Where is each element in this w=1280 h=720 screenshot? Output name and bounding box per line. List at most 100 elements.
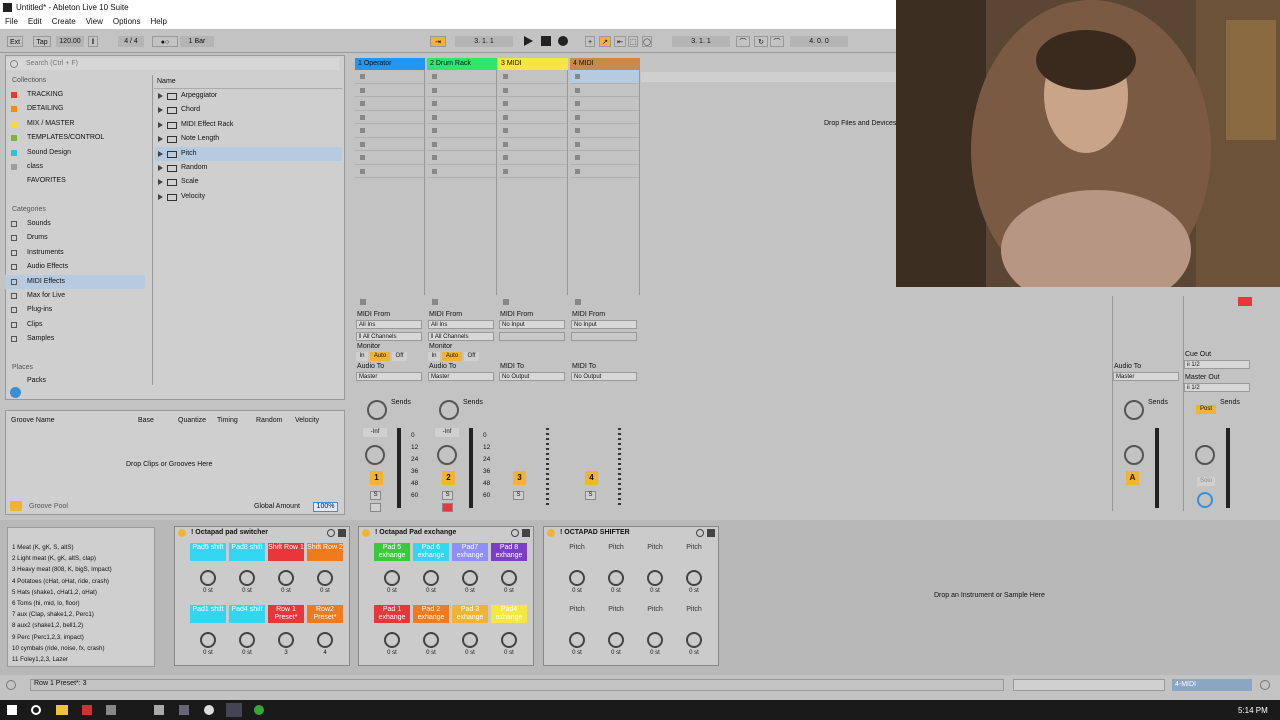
clip-slot[interactable] bbox=[427, 70, 496, 84]
category-item[interactable]: Samples bbox=[5, 332, 145, 346]
clip-slot[interactable] bbox=[498, 151, 567, 165]
clip-slot[interactable] bbox=[355, 151, 424, 165]
punch-in-icon[interactable]: ⌒ bbox=[736, 36, 750, 47]
macro-knob[interactable] bbox=[462, 632, 478, 648]
expand-arrow-icon[interactable] bbox=[158, 164, 163, 171]
loop-length-field[interactable]: 4. 0. 0 bbox=[790, 36, 848, 47]
chrome-icon[interactable] bbox=[254, 705, 264, 715]
clip-slot[interactable] bbox=[498, 165, 567, 178]
monitor-in-button[interactable]: In bbox=[428, 352, 440, 361]
expand-arrow-icon[interactable] bbox=[158, 136, 163, 143]
cue-volume-knob[interactable] bbox=[1197, 492, 1213, 508]
record-icon[interactable] bbox=[558, 36, 568, 46]
chain-list-item[interactable]: 11 Foley1,2,3, Lazer bbox=[12, 654, 112, 665]
clip-slot[interactable] bbox=[355, 124, 424, 138]
macro-knob[interactable] bbox=[608, 632, 624, 648]
send-knob[interactable] bbox=[367, 400, 387, 420]
clip-stop-icon[interactable] bbox=[575, 299, 581, 305]
chain-list-item[interactable]: 7 aux (Clap, shake1,2, Perc1) bbox=[12, 609, 112, 620]
macro-knob[interactable] bbox=[686, 632, 702, 648]
category-item[interactable]: Clips bbox=[5, 318, 145, 332]
file-explorer-icon[interactable] bbox=[56, 705, 68, 715]
macro-knob[interactable] bbox=[608, 570, 624, 586]
master-volume-knob[interactable] bbox=[1195, 445, 1215, 465]
clip-stop-icon[interactable] bbox=[360, 299, 366, 305]
macro-knob[interactable] bbox=[317, 632, 333, 648]
app-icon-3[interactable] bbox=[154, 705, 164, 715]
clip-stop-icon[interactable] bbox=[432, 299, 438, 305]
clip-slot[interactable] bbox=[570, 124, 639, 138]
automation-arm-icon[interactable]: ↗ bbox=[599, 36, 611, 47]
category-item[interactable]: Max for Live bbox=[5, 289, 145, 303]
chain-list-item[interactable]: 5 Hats (shake1, cHat1,2, oHat) bbox=[12, 587, 112, 598]
collection-item[interactable]: DETAILING bbox=[5, 102, 145, 116]
macro-knob[interactable] bbox=[384, 570, 400, 586]
chain-list-item[interactable]: 10 cymbals (ride, noise, fx, crash) bbox=[12, 643, 112, 654]
info-toggle-icon[interactable] bbox=[6, 680, 16, 690]
macro-knob[interactable] bbox=[569, 570, 585, 586]
groove-col-quantize[interactable]: Quantize bbox=[178, 417, 206, 424]
macro-knob[interactable] bbox=[423, 632, 439, 648]
volume-field[interactable]: -Inf bbox=[435, 428, 459, 437]
quantize-menu[interactable]: 1 Bar bbox=[180, 36, 214, 47]
macro-knob[interactable] bbox=[200, 570, 216, 586]
collection-item[interactable]: FAVORITES bbox=[5, 174, 145, 188]
master-out-select[interactable]: ii 1/2 bbox=[1184, 383, 1250, 392]
clip-slot[interactable] bbox=[355, 84, 424, 97]
midi-from-select[interactable]: No Input bbox=[499, 320, 565, 329]
volume-knob[interactable] bbox=[437, 445, 457, 465]
clip-slot[interactable] bbox=[355, 165, 424, 178]
macro-knob[interactable] bbox=[384, 632, 400, 648]
macro-knob[interactable] bbox=[647, 570, 663, 586]
rack-power-icon[interactable] bbox=[178, 529, 186, 537]
name-column-header[interactable]: Name bbox=[157, 78, 176, 85]
clip-slot[interactable] bbox=[498, 111, 567, 124]
follow-button[interactable]: ⇥ bbox=[430, 36, 446, 47]
windows-start-icon[interactable] bbox=[7, 705, 17, 715]
macro-knob[interactable] bbox=[569, 632, 585, 648]
collection-item[interactable]: class bbox=[5, 160, 145, 174]
clip-stop-icon[interactable] bbox=[503, 299, 509, 305]
reenable-automation-icon[interactable]: ⇤ bbox=[614, 36, 626, 47]
rack-close-icon[interactable] bbox=[338, 529, 346, 537]
clip-slot[interactable] bbox=[570, 70, 639, 84]
expand-arrow-icon[interactable] bbox=[158, 121, 163, 128]
clip-slot[interactable] bbox=[427, 138, 496, 151]
capture-icon[interactable]: ⬚ bbox=[628, 36, 638, 47]
groove-col-base[interactable]: Base bbox=[138, 417, 154, 424]
solo-button[interactable]: S bbox=[442, 491, 453, 500]
volume-knob[interactable] bbox=[365, 445, 385, 465]
expand-arrow-icon[interactable] bbox=[158, 179, 163, 186]
app-icon-1[interactable] bbox=[82, 705, 92, 715]
collection-item[interactable]: TRACKING bbox=[5, 88, 145, 102]
clip-slot[interactable] bbox=[427, 97, 496, 111]
audio-to-select[interactable]: Master bbox=[356, 372, 422, 381]
groove-col-random[interactable]: Random bbox=[256, 417, 282, 424]
solo-button[interactable]: Solo bbox=[1197, 477, 1215, 486]
groove-col-velocity[interactable]: Velocity bbox=[295, 417, 319, 424]
category-item[interactable]: Drums bbox=[5, 231, 145, 245]
clip-slot[interactable] bbox=[355, 138, 424, 151]
clip-slot[interactable] bbox=[427, 111, 496, 124]
drop-files-zone[interactable]: Drop Files and Devices Here bbox=[824, 120, 896, 127]
menu-item-view[interactable]: View bbox=[86, 15, 103, 29]
clip-slot[interactable] bbox=[498, 124, 567, 138]
post-button[interactable]: Post bbox=[1196, 405, 1216, 414]
clip-slot[interactable] bbox=[570, 97, 639, 111]
global-amount-field[interactable]: 100% bbox=[313, 502, 338, 512]
chain-list-item[interactable]: 1 Meat (K, gK, S, altS) bbox=[12, 542, 112, 553]
send-knob[interactable] bbox=[439, 400, 459, 420]
return-send-knob[interactable] bbox=[1124, 400, 1144, 420]
chain-list-item[interactable]: 6 Toms (hi, mid, lo, floor) bbox=[12, 598, 112, 609]
monitor-off-button[interactable]: Off bbox=[392, 352, 407, 361]
chain-list-item[interactable]: 3 Heavy meat (808, K, bigS, Impact) bbox=[12, 564, 112, 575]
browser-item[interactable]: Pitch bbox=[155, 146, 342, 161]
stop-icon[interactable] bbox=[541, 36, 551, 46]
collection-item[interactable]: MIX / MASTER bbox=[5, 117, 145, 131]
groove-pool-toggle-icon[interactable] bbox=[10, 501, 22, 511]
browser-item[interactable]: Scale bbox=[155, 175, 342, 189]
browser-item[interactable]: MIDI Effect Rack bbox=[155, 118, 342, 132]
collection-item[interactable]: Sound Design bbox=[5, 146, 145, 160]
audio-to-select[interactable]: No Output bbox=[499, 372, 565, 381]
audio-to-select[interactable]: Master bbox=[428, 372, 494, 381]
